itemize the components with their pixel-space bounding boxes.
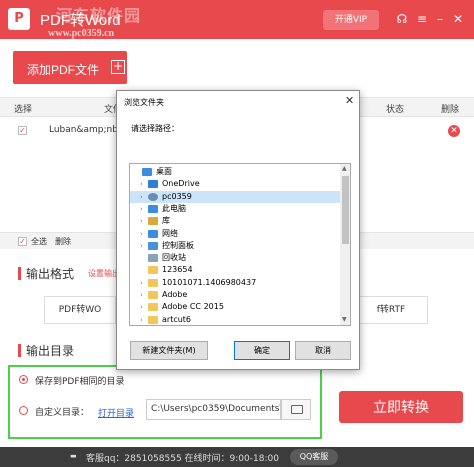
expand-arrow-icon[interactable]: › bbox=[140, 240, 143, 252]
monitor-icon: ▬ bbox=[70, 452, 77, 460]
plus-icon: + bbox=[111, 59, 125, 74]
desktop-icon bbox=[142, 168, 152, 176]
library-icon bbox=[148, 217, 158, 226]
folder-icon bbox=[148, 266, 158, 275]
close-icon[interactable]: ✕ bbox=[450, 11, 466, 27]
expand-arrow-icon[interactable]: › bbox=[140, 178, 143, 190]
tree-item-label: Adobe CC 2015 bbox=[162, 302, 224, 312]
expand-arrow-icon[interactable]: › bbox=[140, 301, 143, 313]
select-all-checkbox[interactable]: ✓ bbox=[18, 237, 27, 246]
watermark-text: 河东软件园 bbox=[56, 8, 142, 25]
tree-item-label: OneDrive bbox=[162, 179, 200, 189]
app-logo-icon: P bbox=[8, 8, 30, 30]
tree-item-label: Adobe bbox=[162, 290, 188, 299]
expand-arrow-icon[interactable]: › bbox=[140, 277, 143, 289]
format-pdf-to-word-button[interactable]: PDF转WO bbox=[44, 296, 116, 324]
folder-tree[interactable]: › artcut6 › Adobe CC 2015 › Adobe › 10101071.14… bbox=[129, 163, 351, 326]
output-format-title: 输出格式 bbox=[18, 265, 74, 282]
tree-item[interactable]: › 此电脑 bbox=[130, 203, 340, 215]
network-icon bbox=[148, 229, 158, 238]
tree-item[interactable]: › 库 bbox=[130, 215, 340, 227]
cancel-button[interactable]: 取消 bbox=[295, 341, 351, 360]
scroll-down-icon[interactable]: ▼ bbox=[342, 316, 347, 323]
tree-item[interactable]: › pc0359 bbox=[130, 190, 340, 203]
tree-item[interactable]: › 10101071.1406980437 bbox=[130, 277, 340, 289]
tree-item-label: 网络 bbox=[162, 228, 178, 238]
radio-custom-dir[interactable] bbox=[19, 406, 28, 415]
dialog-prompt: 请选择路径： bbox=[131, 124, 179, 133]
expand-arrow-icon[interactable]: › bbox=[140, 215, 143, 227]
folder-icon bbox=[148, 315, 158, 324]
cloud-icon bbox=[148, 180, 158, 189]
title-bar: P PDF转Word 河东软件园 www.pc0359.cn 开通VIP ☊ ≡… bbox=[0, 0, 474, 39]
browse-folder-button[interactable] bbox=[281, 399, 311, 420]
dialog-close-icon[interactable]: ✕ bbox=[345, 94, 354, 107]
dialog-title: 浏览文件夹 bbox=[124, 98, 164, 107]
tree-item-label: pc0359 bbox=[162, 191, 192, 201]
browse-folder-dialog: 浏览文件夹 ✕ 请选择路径： › artcut6 › Adobe CC 2015 › Ad… bbox=[116, 90, 360, 370]
tree-item[interactable]: › OneDrive bbox=[130, 178, 340, 190]
tree-item-label: 此电脑 bbox=[162, 203, 186, 213]
option-custom-dir-label: 自定义目录： bbox=[35, 408, 90, 418]
select-all-label[interactable]: 全选 bbox=[31, 236, 47, 247]
convert-now-button[interactable]: 立即转换 bbox=[339, 391, 463, 423]
tree-item-label: 10101071.1406980437 bbox=[162, 277, 257, 287]
qq-service-button[interactable]: QQ客服 bbox=[290, 449, 338, 465]
folder-icon bbox=[148, 303, 158, 312]
control-panel-icon bbox=[148, 241, 158, 250]
ok-button[interactable]: 确定 bbox=[234, 341, 290, 360]
tree-item[interactable]: › artcut6 bbox=[130, 314, 340, 325]
tree-item[interactable]: › Adobe bbox=[130, 289, 340, 301]
add-pdf-label: 添加PDF文件 bbox=[27, 63, 100, 77]
tree-item-label: 库 bbox=[162, 216, 170, 226]
folder-icon bbox=[291, 405, 303, 414]
tree-item[interactable]: › 网络 bbox=[130, 228, 340, 240]
service-info: 客服qq：2851058555 在线时间：9:00-18:00 bbox=[86, 454, 279, 464]
delete-selected-link[interactable]: 删除 bbox=[55, 236, 71, 247]
watermark-url: www.pc0359.cn bbox=[48, 28, 115, 39]
scroll-up-icon[interactable]: ▲ bbox=[342, 165, 347, 172]
minimize-icon[interactable]: – bbox=[432, 11, 448, 27]
menu-icon[interactable]: ≡ bbox=[414, 11, 430, 27]
add-pdf-button[interactable]: 添加PDF文件 + bbox=[13, 51, 127, 84]
recycle-bin-icon bbox=[148, 254, 158, 263]
tree-item[interactable]: › Adobe CC 2015 bbox=[130, 301, 340, 313]
output-path-field[interactable]: C:\Users\pc0359\Documents\ bbox=[146, 399, 281, 420]
tree-item[interactable]: 桌面 bbox=[130, 166, 340, 178]
expand-arrow-icon[interactable]: › bbox=[140, 191, 143, 203]
user-icon bbox=[148, 192, 158, 201]
tree-item-label: 123654 bbox=[162, 265, 193, 275]
new-folder-button[interactable]: 新建文件夹(M) bbox=[130, 341, 208, 360]
tree-item[interactable]: 回收站 bbox=[130, 252, 340, 264]
delete-row-icon[interactable]: ✕ bbox=[448, 125, 460, 137]
vip-button[interactable]: 开通VIP bbox=[323, 10, 379, 30]
computer-icon bbox=[148, 204, 158, 213]
tree-item-label: artcut6 bbox=[162, 314, 192, 324]
tree-scrollbar[interactable]: ▲ ▼ bbox=[340, 164, 350, 325]
format-pdf-to-rtf-button[interactable]: f转RTF bbox=[354, 296, 428, 324]
status-bar: ▬ 客服qq：2851058555 在线时间：9:00-18:00 QQ客服 bbox=[0, 447, 474, 467]
option-same-dir-label: 保存到PDF相同的目录 bbox=[35, 377, 125, 387]
header-delete: 删除 bbox=[441, 105, 460, 115]
row-checkbox[interactable]: ✓ bbox=[18, 126, 27, 135]
folder-icon bbox=[148, 278, 158, 287]
open-dir-link[interactable]: 打开目录 bbox=[98, 406, 134, 419]
tree-item-label: 回收站 bbox=[162, 253, 186, 263]
tree-item[interactable]: › 控制面板 bbox=[130, 240, 340, 252]
expand-arrow-icon[interactable]: › bbox=[140, 228, 143, 240]
folder-icon bbox=[148, 291, 158, 299]
scroll-thumb[interactable] bbox=[342, 176, 349, 244]
row-filename: Luban&amp;nb bbox=[49, 125, 118, 135]
expand-arrow-icon[interactable]: › bbox=[140, 203, 143, 215]
header-status: 状态 bbox=[386, 105, 405, 115]
radio-same-dir[interactable] bbox=[19, 375, 28, 384]
header-select: 选择 bbox=[14, 105, 33, 115]
expand-arrow-icon[interactable]: › bbox=[140, 289, 143, 301]
tree-item-label: 控制面板 bbox=[162, 240, 194, 250]
tree-item-label: 桌面 bbox=[156, 167, 172, 176]
expand-arrow-icon[interactable]: › bbox=[140, 314, 143, 325]
tree-item[interactable]: 123654 bbox=[130, 264, 340, 276]
headset-icon[interactable]: ☊ bbox=[394, 11, 410, 27]
output-dir-title: 输出目录 bbox=[18, 342, 74, 359]
